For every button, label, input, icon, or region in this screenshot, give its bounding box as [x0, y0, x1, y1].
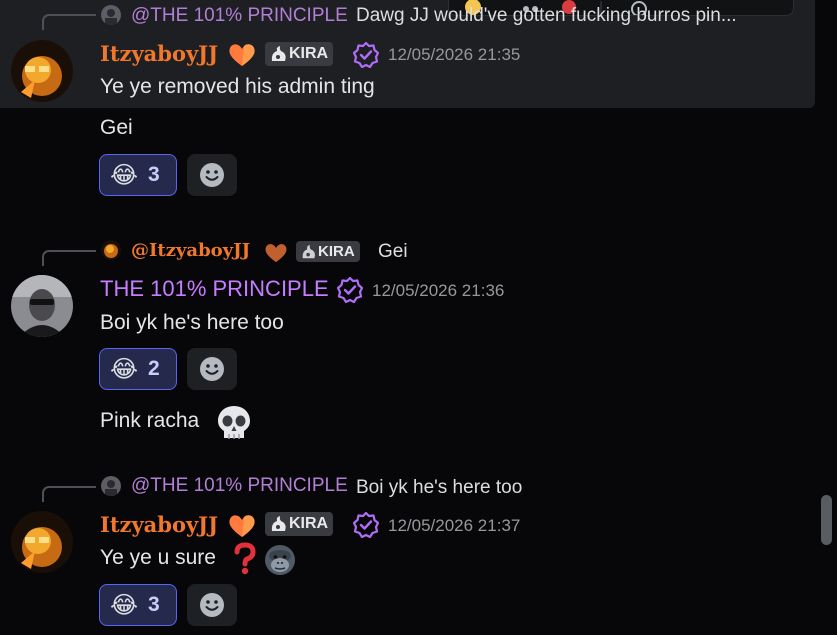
clan-tag[interactable]: KIRA	[265, 42, 334, 66]
reply-avatar[interactable]	[101, 5, 121, 25]
verified-badge-icon	[353, 42, 379, 68]
reaction-button[interactable]: 😂 2	[99, 348, 177, 390]
reply-connector	[42, 250, 96, 266]
clan-tag-label: KIRA	[318, 243, 355, 260]
gorilla-icon	[265, 545, 295, 575]
reply-avatar[interactable]	[101, 476, 121, 496]
message-text: Ye ye removed his admin ting	[100, 75, 375, 98]
username[interactable]: ItzyaboyJJ	[100, 41, 218, 66]
reply-author[interactable]: @ItzyaboyJJ	[131, 240, 250, 261]
reply-text[interactable]: Gei	[378, 241, 408, 263]
reaction-emoji: 😂	[110, 161, 139, 189]
heart-icon	[265, 244, 287, 263]
add-reaction-icon	[200, 163, 224, 187]
clan-tag[interactable]: KIRA	[265, 512, 334, 536]
reply-text[interactable]: Boi yk he's here too	[356, 477, 522, 499]
question-mark-icon	[234, 542, 256, 575]
reply-author[interactable]: @THE 101% PRINCIPLE	[131, 475, 348, 497]
reply-connector	[42, 486, 96, 502]
message-text: Pink racha	[100, 409, 200, 432]
add-reaction-button[interactable]	[187, 348, 237, 390]
add-reaction-button[interactable]	[187, 154, 237, 196]
avatar[interactable]	[11, 40, 73, 102]
reaction-count: 3	[148, 163, 160, 186]
timestamp: 12/05/2026 21:36	[372, 281, 505, 300]
timestamp: 12/05/2026 21:35	[388, 45, 521, 64]
heart-icon	[229, 44, 255, 66]
scrollbar-thumb[interactable]	[821, 495, 832, 545]
timestamp: 12/05/2026 21:37	[388, 516, 521, 535]
skull-icon	[218, 406, 250, 439]
add-reaction-icon	[200, 357, 224, 381]
clan-tag-label: KIRA	[289, 515, 329, 532]
fire-logo-icon	[271, 516, 286, 531]
message-text: Boi yk he's here too	[100, 311, 284, 334]
avatar[interactable]	[11, 275, 73, 337]
reply-text[interactable]: Dawg JJ would've gotten fucking burros p…	[356, 5, 737, 27]
message-text: Ye ye u sure	[100, 546, 216, 569]
username[interactable]: THE 101% PRINCIPLE	[100, 276, 329, 302]
fire-logo-icon	[271, 46, 286, 61]
clan-tag[interactable]: KIRA	[296, 241, 360, 262]
reply-connector	[42, 14, 96, 30]
verified-badge-icon	[337, 277, 363, 303]
verified-badge-icon	[353, 512, 379, 538]
reaction-count: 3	[148, 593, 160, 616]
reply-avatar[interactable]	[101, 240, 121, 260]
reaction-emoji: 😂	[110, 591, 139, 619]
username[interactable]: ItzyaboyJJ	[100, 512, 218, 537]
reaction-emoji: 😂	[110, 355, 139, 383]
clan-tag-label: KIRA	[289, 45, 329, 62]
reaction-button[interactable]: 😂 3	[99, 584, 177, 626]
heart-icon	[229, 515, 255, 537]
reply-author[interactable]: @THE 101% PRINCIPLE	[131, 5, 348, 27]
message-text: Gei	[100, 116, 133, 139]
reaction-count: 2	[148, 357, 160, 380]
reaction-button[interactable]: 😂 3	[99, 154, 177, 196]
fire-logo-icon	[302, 244, 315, 258]
avatar[interactable]	[11, 511, 73, 573]
add-reaction-icon	[200, 593, 224, 617]
add-reaction-button[interactable]	[187, 584, 237, 626]
